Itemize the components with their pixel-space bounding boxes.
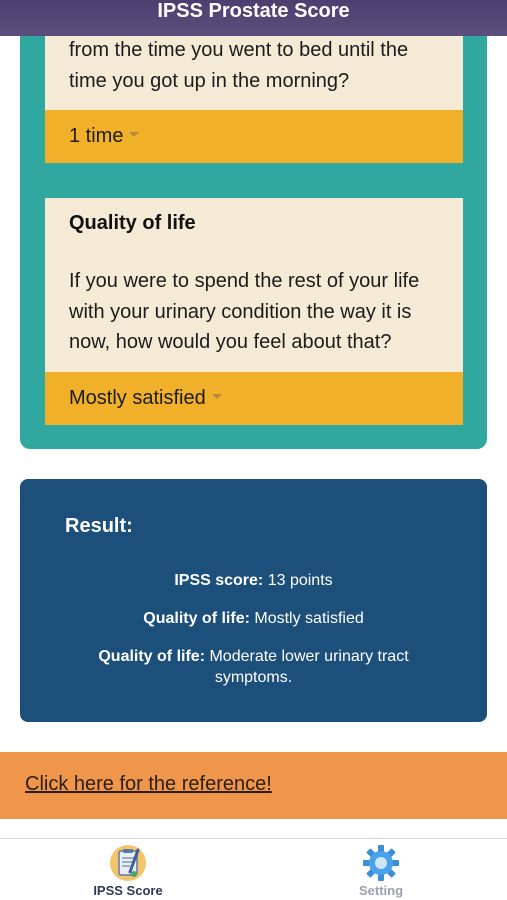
answer-select-nocturia[interactable]: 1 time <box>45 110 463 163</box>
tab-ipss-score[interactable]: IPSS Score <box>53 839 203 900</box>
caret-down-icon <box>211 394 222 400</box>
reference-banner: Click here for the reference! <box>0 752 507 819</box>
result-symptoms: Quality of life: Moderate lower urinary … <box>60 646 447 688</box>
gear-icon <box>363 845 399 881</box>
tab-label: Setting <box>358 883 404 898</box>
question-card-nocturia: from the time you went to bed until the … <box>45 36 463 163</box>
answer-select-value: 1 time <box>69 125 124 147</box>
ipss-screen: from the time you went to bed until the … <box>0 0 507 900</box>
result-panel: Result: IPSS score: 13 points Quality of… <box>20 479 487 722</box>
answer-select-value: Mostly satisfied <box>69 387 206 409</box>
result-label: Quality of life: <box>98 648 206 665</box>
tab-bar: IPSS Score Setting <box>0 838 507 900</box>
caret-down-icon <box>129 132 140 138</box>
result-title: Result: <box>65 515 133 537</box>
question-card-quality-of-life: Quality of life If you were to spend the… <box>45 198 463 425</box>
answer-select-quality-of-life[interactable]: Mostly satisfied <box>45 372 463 425</box>
question-text: from the time you went to bed until the … <box>69 39 409 92</box>
tab-setting[interactable]: Setting <box>306 839 456 900</box>
result-value: 13 points <box>263 572 333 589</box>
result-value: Moderate lower urinary tract symptoms. <box>205 648 409 686</box>
question-text: If you were to spend the rest of your li… <box>69 270 420 353</box>
result-ipss-score: IPSS score: 13 points <box>60 570 447 591</box>
result-quality-of-life: Quality of life: Mostly satisfied <box>60 608 447 629</box>
page-title: IPSS Prostate Score <box>157 0 350 22</box>
clipboard-pen-icon <box>110 845 146 881</box>
app-header: IPSS Prostate Score <box>0 0 507 36</box>
reference-link[interactable]: Click here for the reference! <box>25 773 272 796</box>
result-label: IPSS score: <box>174 572 264 589</box>
result-label: Quality of life: <box>143 610 250 627</box>
tab-label: IPSS Score <box>93 883 163 898</box>
result-value: Mostly satisfied <box>249 610 364 627</box>
question-title: Quality of life <box>69 212 196 234</box>
